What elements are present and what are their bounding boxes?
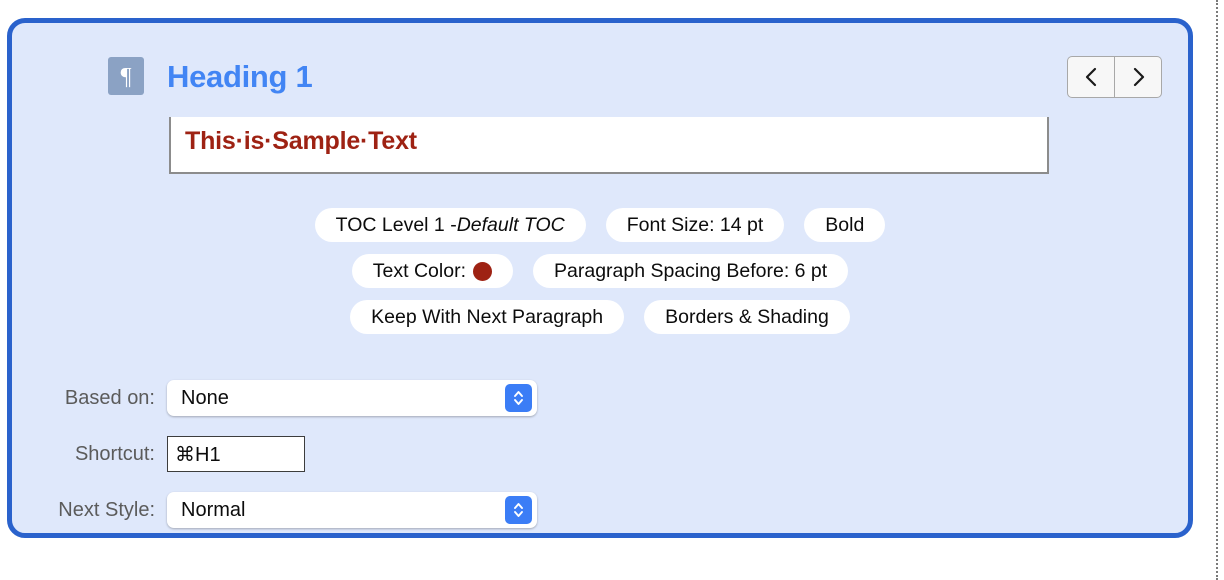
next-style-select[interactable]: Normal: [167, 492, 537, 528]
shortcut-row: Shortcut: ⌘H1: [12, 434, 1188, 474]
previous-style-button[interactable]: [1068, 57, 1114, 97]
text-color-swatch: [473, 261, 492, 281]
pill-keep-with-next-paragraph[interactable]: Keep With Next Paragraph: [350, 300, 625, 334]
page-title: Heading 1: [167, 59, 313, 94]
style-editor-panel: ¶ Heading 1 This·is·Sample·Text TOC Leve…: [7, 18, 1193, 538]
right-guide-line: [1216, 0, 1218, 580]
shortcut-label: Shortcut:: [74, 442, 155, 465]
pill-text-color[interactable]: Text Color:: [351, 254, 513, 288]
pill-toc-level[interactable]: TOC Level 1 - Default TOC: [314, 208, 586, 242]
pill-paragraph-spacing-before[interactable]: Paragraph Spacing Before: 6 pt: [533, 254, 849, 288]
attribute-pill-row: Text Color: Paragraph Spacing Before: 6 …: [12, 254, 1188, 288]
pill-font-size[interactable]: Font Size: 14 pt: [605, 208, 785, 242]
based-on-select[interactable]: None: [167, 380, 537, 416]
based-on-row: Based on: None: [12, 378, 1188, 418]
next-style-label: Next Style:: [58, 498, 155, 521]
chevron-right-icon: [1133, 67, 1144, 87]
pill-borders-and-shading[interactable]: Borders & Shading: [644, 300, 850, 334]
chevron-up-down-icon[interactable]: [505, 384, 532, 412]
attribute-pill-row: Keep With Next Paragraph Borders & Shadi…: [12, 300, 1188, 334]
svg-text:¶: ¶: [121, 64, 132, 89]
style-navigation-group: [1067, 56, 1162, 98]
pill-toc-level-prefix: TOC Level 1 -: [335, 213, 457, 236]
next-style-button[interactable]: [1115, 57, 1161, 97]
paragraph-pilcrow-icon: ¶: [108, 57, 144, 95]
panel-header: ¶ Heading 1: [12, 23, 1188, 98]
based-on-value: None: [181, 386, 229, 409]
shortcut-input[interactable]: ⌘H1: [167, 436, 305, 472]
chevron-left-icon: [1085, 67, 1096, 87]
next-style-row: Next Style: Normal: [12, 490, 1188, 530]
based-on-label: Based on:: [64, 386, 155, 409]
attribute-pill-list: TOC Level 1 - Default TOC Font Size: 14 …: [12, 208, 1188, 346]
chevron-up-down-icon[interactable]: [505, 496, 532, 524]
style-settings-form: Based on: None Shortcut: ⌘H1 Next Style:: [12, 378, 1188, 546]
next-style-value: Normal: [181, 498, 246, 521]
sample-preview-box: This·is·Sample·Text: [169, 117, 1049, 174]
pill-text-color-label: Text Color:: [372, 259, 466, 282]
pill-bold[interactable]: Bold: [804, 208, 886, 242]
sample-preview-text: This·is·Sample·Text: [185, 127, 417, 155]
pill-toc-level-emphasis: Default TOC: [456, 213, 565, 236]
attribute-pill-row: TOC Level 1 - Default TOC Font Size: 14 …: [12, 208, 1188, 242]
shortcut-value: ⌘H1: [175, 443, 221, 466]
